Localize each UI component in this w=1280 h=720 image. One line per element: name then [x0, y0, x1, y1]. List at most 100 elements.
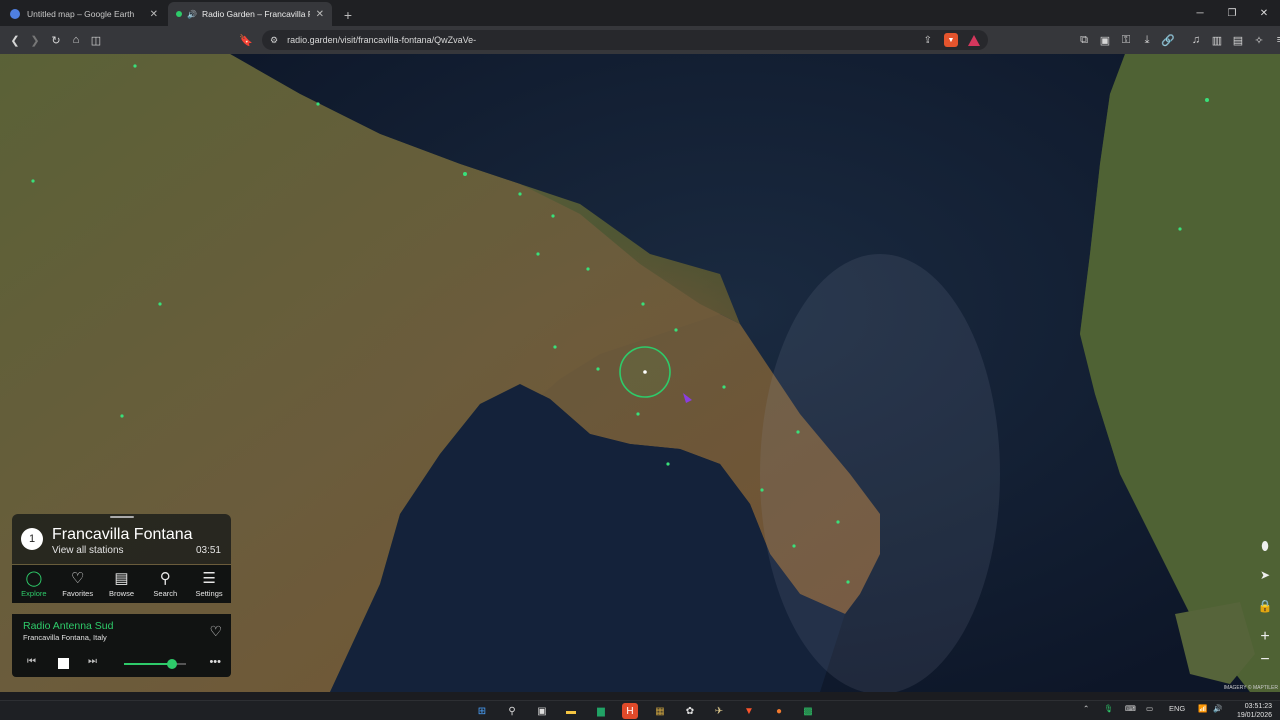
address-bar[interactable]: ⚙ radio.garden/visit/francavilla-fontana…: [262, 30, 988, 50]
station-dot[interactable]: [120, 414, 124, 418]
station-dot[interactable]: [586, 267, 590, 271]
close-window-icon[interactable]: ✕: [1248, 0, 1280, 26]
brave-browser-icon[interactable]: ▼: [741, 703, 757, 719]
station-dot[interactable]: [836, 520, 840, 524]
station-dot[interactable]: [796, 430, 800, 434]
spreadsheet-icon[interactable]: ▆: [593, 703, 609, 719]
more-options-icon[interactable]: •••: [209, 656, 221, 668]
nav-browse[interactable]: ▤ Browse: [100, 565, 144, 603]
tray-chevron-icon[interactable]: ⌃: [1083, 704, 1089, 713]
file-explorer-icon[interactable]: ▬: [563, 703, 579, 719]
station-dot[interactable]: [133, 64, 137, 68]
minimize-icon[interactable]: ─: [1184, 0, 1216, 26]
app-folder-icon[interactable]: ▦: [652, 703, 668, 719]
reload-icon[interactable]: ↻: [46, 30, 66, 50]
maximize-icon[interactable]: ❐: [1216, 0, 1248, 26]
previous-icon[interactable]: ⏮: [27, 656, 36, 667]
start-icon[interactable]: ⊞: [474, 703, 490, 719]
view-all-stations-link[interactable]: View all stations: [52, 545, 124, 556]
brave-shield-icon[interactable]: ▼: [944, 33, 958, 47]
station-name[interactable]: Radio Antenna Sud: [23, 620, 114, 632]
zoom-out-icon[interactable]: −: [1256, 651, 1274, 669]
volume-icon[interactable]: 🔊: [1213, 704, 1222, 713]
forward-icon[interactable]: ❯: [25, 30, 45, 50]
search-icon[interactable]: ⚲: [504, 703, 520, 719]
station-dot[interactable]: [636, 412, 640, 416]
station-dot[interactable]: [536, 252, 540, 256]
zoom-in-icon[interactable]: +: [1256, 628, 1274, 646]
sidebar-toggle-icon[interactable]: ▥: [1207, 30, 1227, 50]
url-text[interactable]: radio.garden/visit/francavilla-fontana/Q…: [287, 35, 924, 45]
back-icon[interactable]: ❮: [5, 30, 25, 50]
station-dot[interactable]: [846, 580, 850, 584]
close-tab-icon[interactable]: ✕: [316, 9, 324, 20]
bookmark-icon[interactable]: 🔖: [236, 30, 256, 50]
site-info-icon[interactable]: ⚙: [270, 35, 278, 46]
locate-icon[interactable]: ➤: [1256, 566, 1274, 584]
download-icon[interactable]: ⤓: [1137, 30, 1157, 50]
nav-label: Favorites: [62, 588, 94, 598]
menu-icon[interactable]: ≡: [1270, 30, 1280, 50]
favorite-heart-icon[interactable]: ♡: [209, 623, 222, 640]
tray-mic-icon[interactable]: 🎙: [1104, 704, 1114, 713]
station-dot[interactable]: [674, 328, 678, 332]
nav-explore[interactable]: ◯ Explore: [12, 565, 56, 603]
station-dot[interactable]: [463, 172, 467, 176]
nav-favorites[interactable]: ♡ Favorites: [56, 565, 100, 603]
station-dot[interactable]: [1178, 227, 1182, 231]
station-dot[interactable]: [158, 302, 162, 306]
station-dot[interactable]: [792, 544, 796, 548]
volume-slider[interactable]: [124, 659, 186, 669]
chatgpt-icon[interactable]: ✿: [682, 703, 698, 719]
system-clock[interactable]: 03:51:23 19/01/2026: [1237, 702, 1272, 720]
bottom-nav: ◯ Explore ♡ Favorites ▤ Browse ⚲ Search …: [12, 565, 231, 603]
tab-google-earth[interactable]: Untitled map – Google Earth ✕: [2, 2, 166, 26]
speaker-icon[interactable]: 🔊: [187, 10, 197, 19]
app-plane-icon[interactable]: ✈: [711, 703, 727, 719]
tray-display-icon[interactable]: ▭: [1146, 704, 1153, 713]
station-dot[interactable]: [316, 102, 320, 106]
wallet-icon[interactable]: ▤: [1228, 30, 1248, 50]
app-green-icon[interactable]: ▩: [800, 703, 816, 719]
language-indicator[interactable]: ENG: [1169, 704, 1185, 713]
station-dot[interactable]: [760, 488, 764, 492]
station-dot[interactable]: [596, 367, 600, 371]
nav-label: Browse: [108, 588, 134, 598]
brave-rewards-icon[interactable]: [968, 34, 980, 46]
wifi-icon[interactable]: 📶: [1198, 704, 1207, 713]
home-icon[interactable]: ⌂: [66, 30, 86, 50]
media-icon[interactable]: ♫: [1186, 30, 1206, 50]
location-card[interactable]: 1 Francavilla Fontana View all stations …: [12, 514, 231, 564]
station-dot[interactable]: [666, 462, 670, 466]
station-dot[interactable]: [722, 385, 726, 389]
task-view-icon[interactable]: ▣: [534, 703, 550, 719]
station-dot[interactable]: [1205, 98, 1209, 102]
new-tab-button[interactable]: +: [338, 4, 358, 26]
close-tab-icon[interactable]: ✕: [150, 9, 158, 20]
extensions-icon[interactable]: ⧉: [1074, 30, 1094, 50]
station-dot[interactable]: [551, 214, 555, 218]
sidebar-icon[interactable]: ◫: [86, 30, 106, 50]
screenshot-icon[interactable]: ▣: [1095, 30, 1115, 50]
leo-ai-icon[interactable]: ✧: [1249, 30, 1269, 50]
nav-settings[interactable]: ☰ Settings: [187, 565, 231, 603]
tab-radio-garden[interactable]: 🔊 Radio Garden – Francavilla Fo ✕: [168, 2, 332, 26]
link-icon[interactable]: 🔗: [1158, 30, 1178, 50]
lock-icon[interactable]: 🔒: [1256, 597, 1274, 615]
next-icon[interactable]: ⏭: [88, 656, 97, 667]
microphone-app-icon[interactable]: ●: [771, 703, 787, 719]
station-dot[interactable]: [518, 192, 522, 196]
station-dot[interactable]: [31, 179, 35, 183]
map-pin-icon[interactable]: ⬮: [1256, 537, 1274, 555]
volume-knob[interactable]: [167, 659, 178, 669]
share-icon[interactable]: ⇪: [924, 35, 932, 46]
vpn-icon[interactable]: ⚿: [1116, 30, 1136, 50]
stop-button[interactable]: [58, 658, 69, 669]
drag-handle[interactable]: [110, 516, 134, 518]
station-dot[interactable]: [641, 302, 645, 306]
nav-search[interactable]: ⚲ Search: [143, 565, 187, 603]
app-h-icon[interactable]: H: [622, 703, 638, 719]
tray-keyboard-icon[interactable]: ⌨: [1125, 704, 1136, 713]
station-location: Francavilla Fontana, Italy: [23, 633, 107, 642]
station-dot[interactable]: [553, 345, 557, 349]
